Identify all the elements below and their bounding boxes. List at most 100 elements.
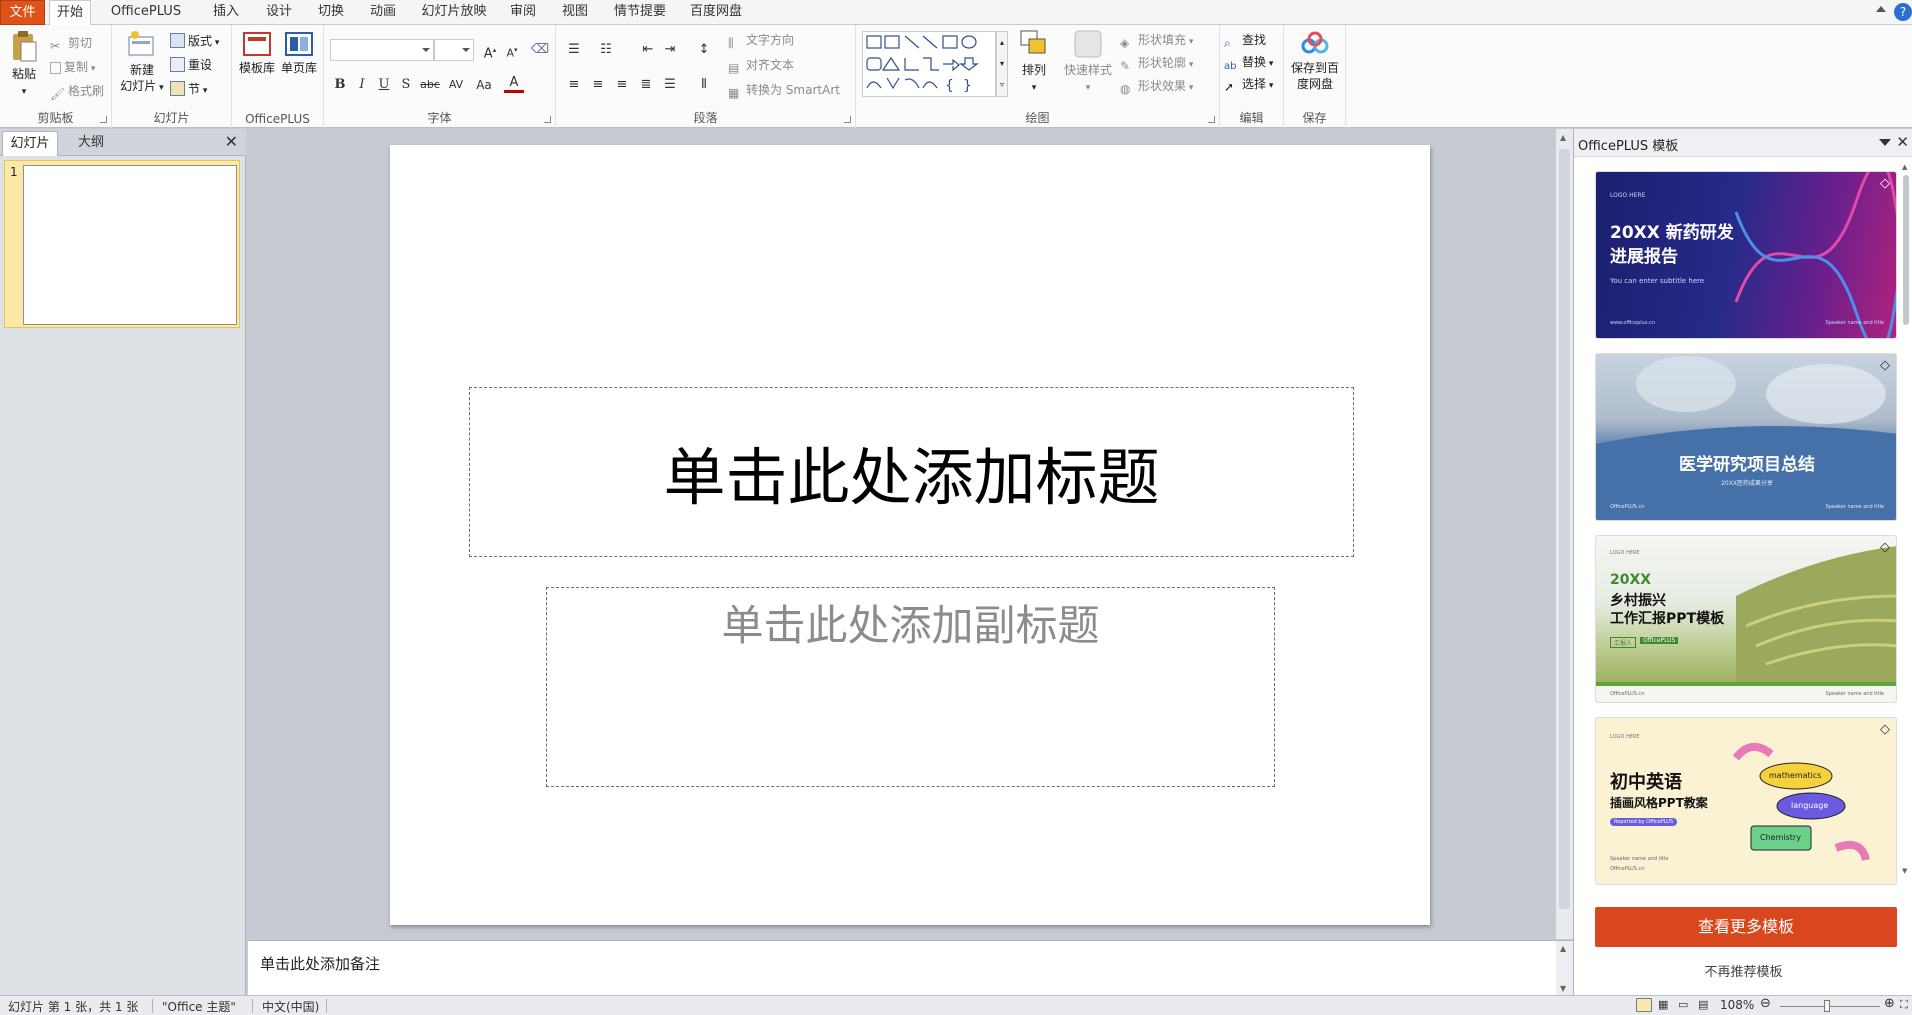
bullets-icon[interactable]: ☰: [564, 40, 584, 60]
scrollbar-thumb[interactable]: [1559, 149, 1570, 909]
line-spacing-icon[interactable]: ↕: [694, 40, 714, 60]
columns-icon[interactable]: ⫴: [694, 75, 714, 95]
notes-scrollbar[interactable]: ▲ ▼: [1556, 941, 1573, 996]
template-pane-scrollbar[interactable]: ▲ ▼: [1902, 163, 1910, 875]
shape-fill-button[interactable]: ◈ 形状填充 ▾: [1120, 30, 1193, 50]
select-button[interactable]: ➚ 选择 ▾: [1224, 74, 1273, 94]
tab-insert[interactable]: 插入: [206, 0, 246, 25]
zoom-slider-thumb[interactable]: [1824, 1000, 1830, 1012]
template-card-rural-revitalization[interactable]: LOGO HERE 20XX 乡村振兴 工作汇报PPT模板 汇报人 Office…: [1595, 535, 1897, 703]
drawing-dialog-launcher[interactable]: [1208, 116, 1215, 123]
notes-pane[interactable]: 单击此处添加备注 ▲ ▼: [248, 940, 1573, 996]
font-color-icon[interactable]: A: [504, 75, 524, 93]
cut-button[interactable]: ✂ 剪切: [50, 33, 92, 53]
italic-icon[interactable]: I: [352, 75, 372, 95]
status-theme[interactable]: "Office 主题": [162, 998, 236, 1015]
subtitle-placeholder[interactable]: 单击此处添加副标题: [546, 587, 1275, 787]
normal-view-icon[interactable]: [1636, 998, 1652, 1012]
template-card-medical-research[interactable]: 医学研究项目总结 20XX医药成果分享 OfficePLUS.cn Speake…: [1595, 353, 1897, 521]
reading-view-icon[interactable]: ▭: [1678, 998, 1688, 1011]
new-slide-button[interactable]: 新建 幻灯片 ▾: [118, 29, 166, 96]
slideshow-view-icon[interactable]: ▤: [1698, 998, 1708, 1011]
underline-icon[interactable]: U: [374, 75, 394, 95]
section-button[interactable]: 节 ▾: [170, 79, 207, 99]
tab-home[interactable]: 开始: [49, 0, 91, 26]
zoom-in-icon[interactable]: ⊕: [1884, 996, 1895, 1011]
distributed-icon[interactable]: ☰: [660, 75, 680, 95]
tab-slideshow[interactable]: 幻灯片放映: [416, 0, 492, 25]
shapes-gallery[interactable]: {}: [862, 31, 996, 97]
increase-indent-icon[interactable]: ⇥: [660, 40, 680, 60]
scroll-up-icon[interactable]: ▲: [1560, 944, 1566, 953]
template-card-drug-research[interactable]: LOGO HERE 20XX 新药研发 进展报告 You can enter s…: [1595, 171, 1897, 339]
justify-icon[interactable]: ≣: [636, 75, 656, 95]
align-text-button[interactable]: ▤ 对齐文本: [728, 55, 794, 75]
scroll-down-icon[interactable]: ▼: [1902, 867, 1907, 875]
layout-button[interactable]: 版式 ▾: [170, 31, 219, 51]
shapes-gallery-scroll[interactable]: ▴ ▾ ▿: [996, 31, 1008, 97]
text-direction-button[interactable]: ⫼ 文字方向: [728, 30, 794, 50]
shape-effects-button[interactable]: ◍ 形状效果 ▾: [1120, 76, 1193, 96]
scroll-down-icon[interactable]: ▼: [1560, 984, 1566, 993]
paste-button[interactable]: 粘贴 ▾: [4, 29, 44, 100]
convert-smartart-button[interactable]: ▦ 转换为 SmartArt: [728, 80, 840, 100]
paragraph-dialog-launcher[interactable]: [844, 116, 851, 123]
template-library-button[interactable]: 模板库: [236, 31, 278, 76]
scroll-up-icon[interactable]: ▲: [1560, 133, 1566, 142]
zoom-out-icon[interactable]: ⊖: [1760, 996, 1771, 1011]
close-icon[interactable]: ✕: [225, 132, 238, 151]
slide-vertical-scrollbar[interactable]: ▲: [1556, 129, 1573, 939]
scrollbar-thumb[interactable]: [1903, 175, 1909, 325]
slide-thumbnail[interactable]: [23, 165, 237, 325]
tab-storyboard[interactable]: 情节提要: [610, 0, 670, 25]
font-dialog-launcher[interactable]: [544, 116, 551, 123]
template-card-junior-english[interactable]: LOGO HERE 初中英语 插画风格PPT教案 Reported by Off…: [1595, 717, 1897, 885]
shape-outline-button[interactable]: ✎ 形状轮廓 ▾: [1120, 53, 1193, 73]
tab-baidupan[interactable]: 百度网盘: [686, 0, 746, 25]
zoom-level[interactable]: 108%: [1720, 998, 1754, 1012]
quick-styles-button[interactable]: 快速样式 ▾: [1060, 29, 1116, 96]
tab-design[interactable]: 设计: [259, 0, 299, 25]
find-button[interactable]: ⌕ 查找: [1224, 30, 1266, 50]
tab-slides-thumbnails[interactable]: 幻灯片: [2, 131, 58, 156]
decrease-indent-icon[interactable]: ⇤: [638, 40, 658, 60]
format-painter-button[interactable]: 🖌 格式刷: [50, 81, 104, 101]
slide-thumbnail-item[interactable]: 1: [4, 160, 240, 328]
shadow-icon[interactable]: S: [396, 75, 416, 95]
increase-font-icon[interactable]: A▴: [480, 40, 500, 61]
copy-button[interactable]: 复制 ▾: [50, 57, 95, 77]
save-to-baidu-button[interactable]: 保存到百 度网盘: [1285, 31, 1345, 92]
tab-officeplus[interactable]: OfficePLUS: [98, 0, 194, 25]
tab-transitions[interactable]: 切换: [311, 0, 351, 25]
slide-canvas[interactable]: 单击此处添加标题 单击此处添加副标题: [390, 145, 1430, 925]
tab-animations[interactable]: 动画: [363, 0, 403, 25]
tab-view[interactable]: 视图: [555, 0, 595, 25]
char-spacing-icon[interactable]: AV: [446, 75, 466, 95]
numbering-icon[interactable]: ☷: [596, 40, 616, 60]
arrange-button[interactable]: 排列 ▾: [1012, 29, 1056, 96]
fit-to-window-icon[interactable]: ⛶: [1900, 998, 1908, 1012]
replace-button[interactable]: ab 替换 ▾: [1224, 52, 1273, 72]
status-language[interactable]: 中文(中国): [262, 998, 319, 1015]
title-placeholder[interactable]: 单击此处添加标题: [469, 387, 1354, 557]
bold-icon[interactable]: B: [330, 75, 350, 95]
no-recommend-link[interactable]: 不再推荐模板: [1574, 961, 1912, 980]
scroll-up-icon[interactable]: ▲: [1902, 163, 1907, 171]
single-page-library-button[interactable]: 单页库: [278, 31, 320, 76]
decrease-font-icon[interactable]: A▾: [502, 40, 522, 60]
zoom-slider-track[interactable]: [1780, 1006, 1880, 1007]
strikethrough-icon[interactable]: abc: [420, 75, 440, 95]
align-center-icon[interactable]: ≡: [588, 75, 608, 95]
chevron-down-icon[interactable]: [1879, 139, 1891, 146]
reset-button[interactable]: 重设: [170, 55, 212, 75]
font-size-combo[interactable]: [434, 39, 474, 61]
tab-outline[interactable]: 大纲: [62, 131, 120, 156]
close-icon[interactable]: ✕: [1896, 133, 1909, 151]
clipboard-dialog-launcher[interactable]: [100, 116, 107, 123]
tab-file[interactable]: 文件: [0, 0, 45, 25]
tab-review[interactable]: 审阅: [503, 0, 543, 25]
change-case-icon[interactable]: Aa: [474, 75, 494, 95]
view-more-templates-button[interactable]: 查看更多模板: [1595, 907, 1897, 947]
clear-format-icon[interactable]: ⌫: [530, 40, 550, 60]
collapse-ribbon-icon[interactable]: [1876, 6, 1886, 12]
